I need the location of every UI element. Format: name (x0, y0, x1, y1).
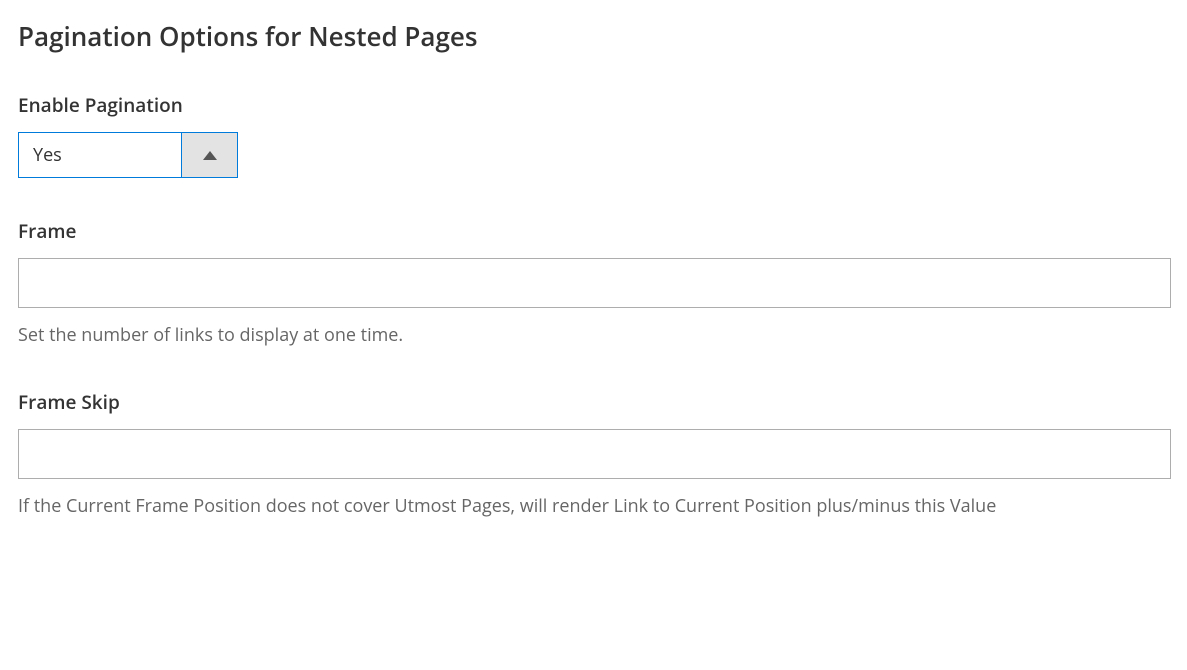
dropdown-toggle-button[interactable] (181, 133, 237, 177)
page-title: Pagination Options for Nested Pages (18, 18, 1169, 54)
enable-pagination-value: Yes (19, 133, 181, 177)
enable-pagination-dropdown[interactable]: Yes (18, 132, 238, 178)
frame-help-text: Set the number of links to display at on… (18, 322, 1169, 349)
frame-input[interactable] (18, 258, 1171, 308)
frame-skip-field: Frame Skip If the Current Frame Position… (18, 389, 1169, 520)
caret-up-icon (203, 151, 217, 160)
enable-pagination-label: Enable Pagination (18, 92, 1169, 118)
frame-skip-help-text: If the Current Frame Position does not c… (18, 493, 1169, 520)
frame-field: Frame Set the number of links to display… (18, 218, 1169, 349)
frame-skip-label: Frame Skip (18, 389, 1169, 415)
frame-label: Frame (18, 218, 1169, 244)
frame-skip-input[interactable] (18, 429, 1171, 479)
enable-pagination-field: Enable Pagination Yes (18, 92, 1169, 178)
